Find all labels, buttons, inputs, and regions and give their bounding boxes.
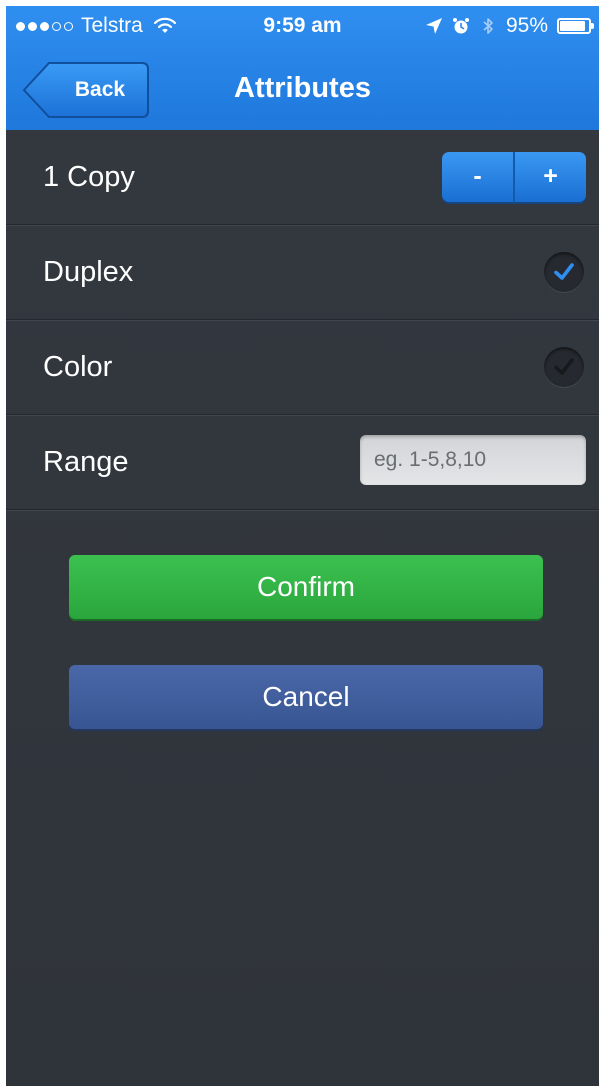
decrement-button[interactable]: - [442, 152, 513, 202]
increment-button[interactable]: + [515, 152, 586, 202]
status-right: 95% [425, 14, 594, 38]
navigation-bar: Back Attributes [6, 46, 599, 130]
color-label: Color [43, 351, 113, 383]
checkmark-icon [554, 358, 574, 375]
cancel-button[interactable]: Cancel [69, 665, 543, 729]
bluetooth-icon [483, 18, 493, 34]
color-row: Color [6, 320, 599, 415]
checkmark-icon [554, 263, 574, 280]
duplex-checkbox[interactable] [544, 252, 584, 292]
duplex-row: Duplex [6, 225, 599, 320]
range-label: Range [43, 446, 129, 478]
duplex-label: Duplex [43, 256, 134, 288]
copies-row: 1 Copy - + [6, 130, 599, 225]
range-input[interactable] [360, 435, 586, 485]
screen: Telstra 9:59 am 95% Back Attributes 1 Co… [6, 6, 599, 1086]
top-bar: Telstra 9:59 am 95% Back Attributes [6, 6, 599, 130]
copies-label: 1 Copy [43, 161, 135, 193]
confirm-button[interactable]: Confirm [69, 555, 543, 619]
battery-icon [557, 18, 594, 34]
page-title: Attributes [234, 72, 371, 104]
battery-percent: 95% [505, 14, 548, 37]
status-bar: Telstra 9:59 am 95% [6, 6, 599, 46]
color-checkbox[interactable] [544, 347, 584, 387]
alarm-icon [452, 18, 469, 34]
copies-stepper: - + [442, 152, 586, 202]
location-arrow-icon [425, 18, 442, 34]
battery-fill [560, 21, 585, 31]
range-row: Range [6, 415, 599, 510]
